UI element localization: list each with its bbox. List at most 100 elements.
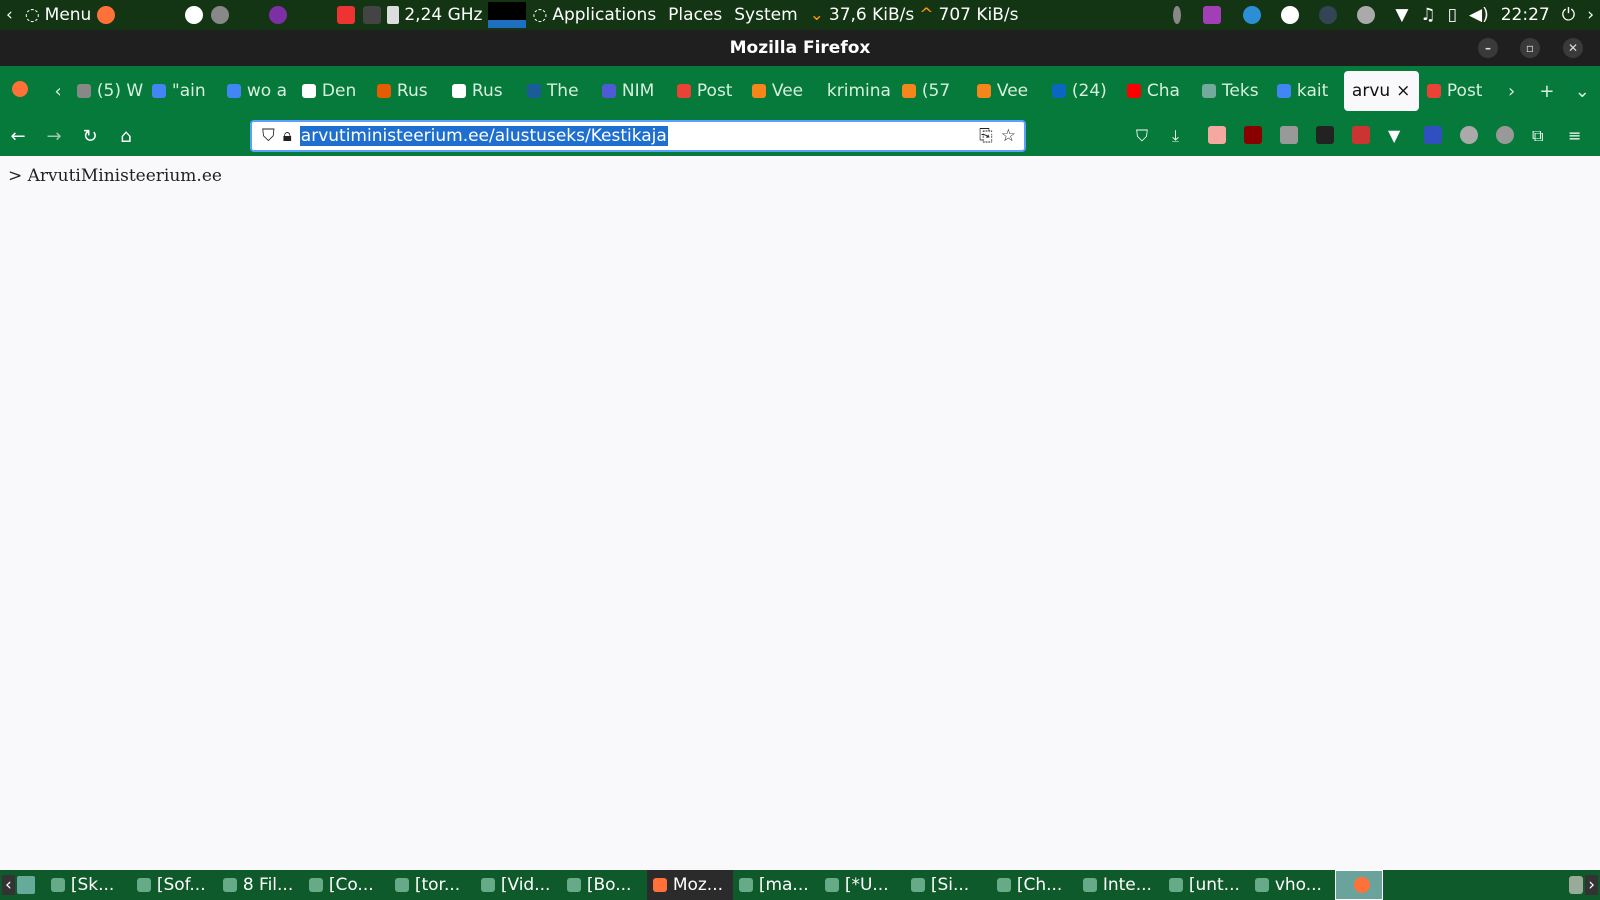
tab[interactable]: (5) W: [69, 71, 144, 111]
tab[interactable]: kait: [1269, 71, 1344, 111]
search-launcher-icon[interactable]: [185, 6, 204, 24]
tab[interactable]: Rus: [369, 71, 444, 111]
show-desktop-icon[interactable]: [16, 876, 35, 894]
taskbar-item[interactable]: [Sof...: [131, 870, 217, 900]
tab[interactable]: Vee: [744, 71, 819, 111]
address-bar[interactable]: ⛉ 🔒︎ arvutiministeerium.ee/alustuseks/Ke…: [250, 120, 1026, 152]
taskbar-item[interactable]: [*U...: [819, 870, 905, 900]
tab[interactable]: wo a: [219, 71, 294, 111]
taskbar-scroll-right[interactable]: ›: [1585, 875, 1598, 895]
taskbar-item[interactable]: Moz...: [646, 870, 733, 900]
stop-icon[interactable]: [337, 6, 356, 24]
taskbar-item[interactable]: 8 Fil...: [217, 870, 303, 900]
trash-icon[interactable]: [1569, 876, 1584, 894]
taskbar-item[interactable]: Inte...: [1077, 870, 1163, 900]
filter-extension-icon[interactable]: ▼: [1388, 126, 1406, 145]
globe-extension-icon[interactable]: [1460, 126, 1478, 144]
tor-browser-icon[interactable]: [269, 6, 288, 24]
taskbar-item[interactable]: [Vid...: [475, 870, 561, 900]
firefox-launcher-icon[interactable]: [97, 6, 116, 24]
url-text[interactable]: arvutiministeerium.ee/alustuseks/Kestika…: [299, 126, 668, 146]
lock-icon[interactable]: 🔒︎: [283, 126, 292, 146]
hamburger-menu-icon[interactable]: ≡: [1568, 126, 1586, 145]
taskbar-item-label: [Bo...: [586, 875, 632, 895]
extension-icon[interactable]: [1352, 126, 1370, 144]
ublock-origin-icon[interactable]: [1244, 126, 1262, 144]
skype-icon[interactable]: [1281, 6, 1300, 24]
settings-launcher-icon[interactable]: [211, 6, 230, 24]
firefox-view-icon[interactable]: [0, 80, 39, 102]
translate-icon[interactable]: ⎘: [979, 126, 993, 146]
taskbar-item[interactable]: [Ch...: [991, 870, 1077, 900]
tab[interactable]: Den: [294, 71, 369, 111]
close-window-button[interactable]: ✕: [1563, 38, 1583, 58]
taskbar-item[interactable]: [ma...: [733, 870, 819, 900]
back-button[interactable]: ←: [0, 126, 36, 147]
extension-icon[interactable]: [1208, 126, 1226, 144]
taskbar-item-label: [Sk...: [70, 875, 115, 895]
tab-scroll-left[interactable]: ‹: [47, 81, 69, 102]
tab[interactable]: The: [519, 71, 594, 111]
tab[interactable]: (57: [894, 71, 969, 111]
taskbar-item[interactable]: vho...: [1249, 870, 1335, 900]
app-icon: [394, 878, 409, 892]
pocket-icon[interactable]: ⛉: [1136, 126, 1154, 145]
taskbar-item[interactable]: [Bo...: [561, 870, 647, 900]
minimize-button[interactable]: –: [1478, 38, 1498, 58]
calendar-extension-icon[interactable]: [1316, 126, 1334, 144]
tab[interactable]: "ain: [144, 71, 219, 111]
reload-button[interactable]: ↻: [72, 126, 108, 147]
panel-scroll-left[interactable]: ‹: [6, 5, 13, 25]
tab[interactable]: Post: [669, 71, 744, 111]
power-icon[interactable]: ⏻: [1562, 5, 1575, 25]
tab[interactable]: Teks: [1194, 71, 1269, 111]
navigation-toolbar: ← → ↻ ⌂ ⛉ 🔒︎ arvutiministeerium.ee/alust…: [0, 116, 1600, 156]
extensions-puzzle-icon[interactable]: ⧉: [1532, 126, 1550, 145]
menu-button[interactable]: ◌ Menu: [25, 5, 92, 25]
new-tab-button[interactable]: +: [1529, 81, 1564, 102]
places-menu[interactable]: Places: [668, 5, 722, 25]
tab-active[interactable]: arvu ×: [1343, 71, 1419, 111]
shield-icon[interactable]: [1357, 6, 1376, 24]
bookmark-star-icon[interactable]: ☆: [1001, 126, 1016, 146]
home-button[interactable]: ⌂: [108, 126, 144, 147]
tab[interactable]: Vee: [969, 71, 1044, 111]
panel-scroll-right[interactable]: ›: [1587, 5, 1594, 25]
applications-menu[interactable]: ◌ Applications: [532, 5, 656, 25]
taskbar-item[interactable]: [tor...: [389, 870, 475, 900]
taskbar-firefox-preview[interactable]: [1334, 870, 1383, 900]
close-tab-icon[interactable]: ×: [1396, 81, 1410, 101]
downloads-icon[interactable]: ⤓: [1172, 126, 1190, 145]
taskbar-item[interactable]: [unt...: [1163, 870, 1249, 900]
system-menu[interactable]: System: [734, 5, 797, 25]
tab[interactable]: Cha: [1119, 71, 1194, 111]
audio-recorder-icon[interactable]: [1203, 6, 1222, 24]
tab-scroll-right[interactable]: ›: [1494, 81, 1529, 102]
wifi-icon[interactable]: ▼: [1395, 5, 1408, 25]
list-all-tabs-button[interactable]: ⌄: [1565, 81, 1600, 102]
clock[interactable]: 22:27: [1501, 5, 1550, 25]
tab[interactable]: krimina: [819, 71, 894, 111]
tab[interactable]: Rus: [444, 71, 519, 111]
taskbar-item[interactable]: [Si...: [905, 870, 991, 900]
terminal-icon[interactable]: [363, 6, 382, 24]
taskbar-scroll-left[interactable]: ‹: [2, 875, 15, 895]
taskbar-item[interactable]: [Co...: [303, 870, 389, 900]
tracking-protection-icon[interactable]: ⛉: [262, 126, 275, 146]
volume-icon[interactable]: ◀): [1469, 5, 1489, 25]
extension-icon[interactable]: [1496, 126, 1514, 144]
forward-button[interactable]: →: [36, 126, 72, 147]
camera-icon[interactable]: [1319, 6, 1338, 24]
battery-icon[interactable]: ▯: [1448, 5, 1457, 25]
maximize-button[interactable]: ▫: [1520, 38, 1540, 58]
tab[interactable]: (24): [1044, 71, 1119, 111]
telegram-icon[interactable]: [1243, 6, 1262, 24]
tab[interactable]: Post: [1419, 71, 1494, 111]
tab[interactable]: NIM: [594, 71, 669, 111]
taskbar-item[interactable]: [Sk...: [45, 870, 131, 900]
extension-icon[interactable]: [1280, 126, 1298, 144]
bluetooth-icon[interactable]: [1173, 6, 1182, 24]
notifications-icon[interactable]: ♫: [1420, 5, 1435, 25]
taskbar-item-label: Moz...: [672, 875, 724, 895]
id-extension-icon[interactable]: [1424, 126, 1442, 144]
